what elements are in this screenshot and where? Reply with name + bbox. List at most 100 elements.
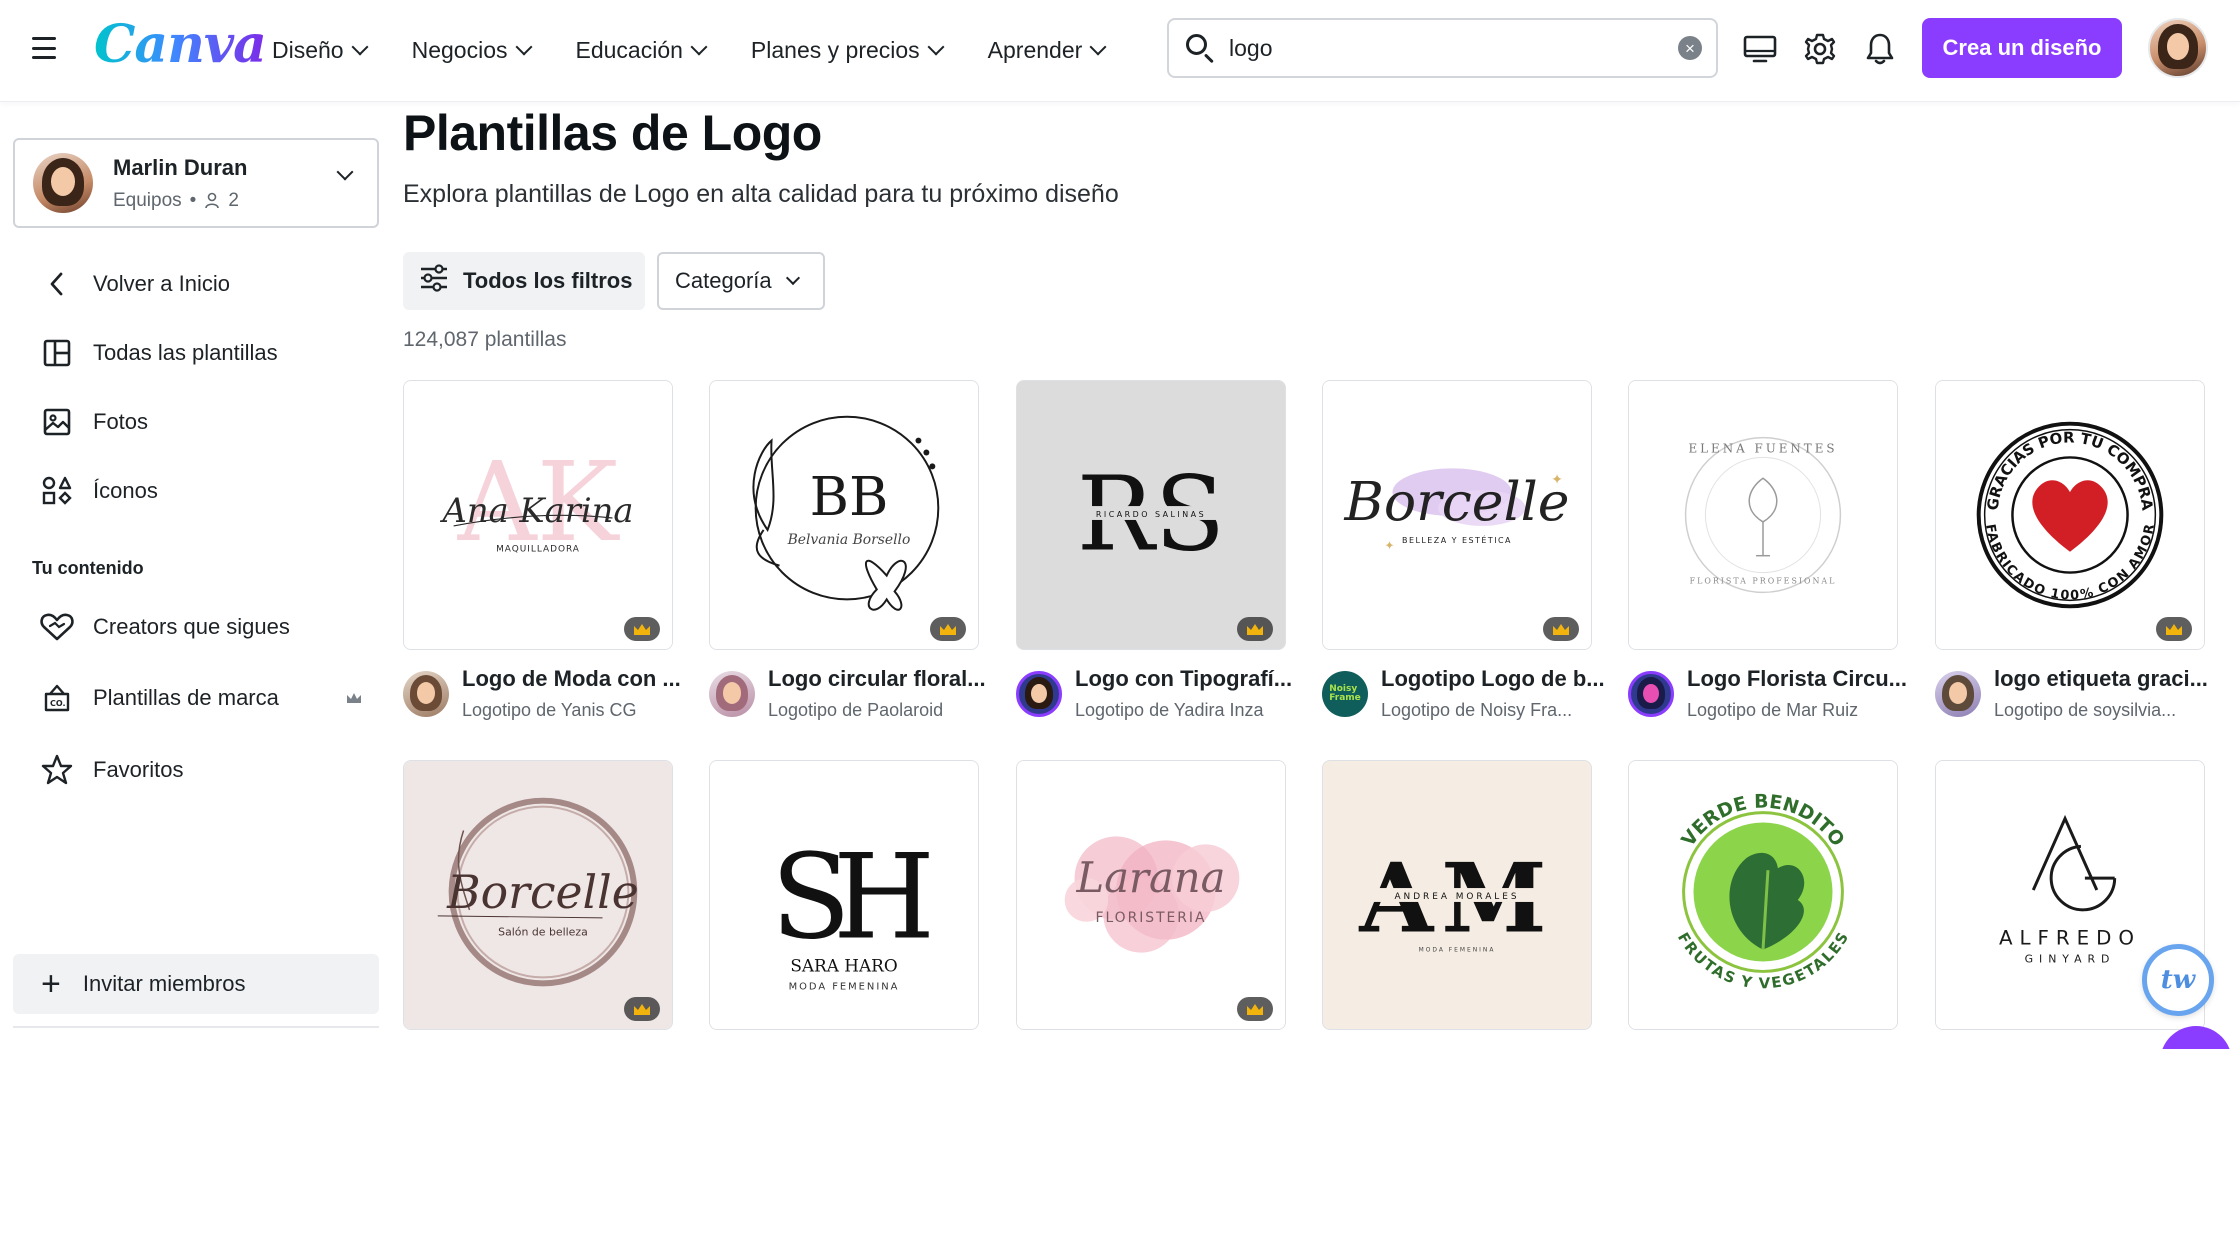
main-nav: Diseño Negocios Educación Planes y preci… — [272, 0, 1107, 100]
user-avatar[interactable] — [2148, 18, 2208, 78]
all-filters-button[interactable]: Todos los filtros — [403, 252, 645, 310]
template-author[interactable]: Logotipo de Yadira Inza — [1075, 700, 1303, 721]
sidebar-item-iconos[interactable]: Íconos — [13, 461, 379, 521]
logo-subtext: Salón de belleza — [498, 926, 588, 939]
nav-negocios[interactable]: Negocios — [411, 36, 532, 64]
chat-bubble[interactable] — [2160, 1026, 2232, 1050]
template-thumbnail: GRACIAS POR TU COMPRA FABRICADO 100% CON… — [1936, 381, 2204, 649]
template-card[interactable]: ELENA FUENTES FLORISTA PROFESIONAL — [1628, 380, 1898, 650]
sidebar-item-volver-inicio[interactable]: Volver a Inicio — [13, 254, 379, 314]
sidebar-item-label: Fotos — [93, 409, 149, 434]
team-name: Marlin Duran — [113, 155, 248, 180]
premium-crown-icon — [1543, 617, 1579, 641]
creator-avatar[interactable] — [1628, 671, 1674, 717]
create-design-button[interactable]: Crea un diseño — [1922, 18, 2122, 78]
nav-label: Aprender — [987, 36, 1083, 63]
template-card[interactable]: GRACIAS POR TU COMPRA FABRICADO 100% CON… — [1935, 380, 2205, 650]
notifications-bell-icon[interactable] — [1861, 30, 1899, 68]
template-title[interactable]: Logo circular floral... — [768, 666, 996, 692]
logo-text: Larana — [1076, 853, 1226, 902]
template-card[interactable]: Borcelle BELLEZA Y ESTÉTICA ✦ ✦ — [1322, 380, 1592, 650]
template-author[interactable]: Logotipo de Yanis CG — [462, 700, 690, 721]
nav-planes-precios[interactable]: Planes y precios — [751, 37, 945, 64]
nav-aprender[interactable]: Aprender — [987, 36, 1107, 64]
nav-label: Educación — [575, 36, 683, 63]
nav-educacion[interactable]: Educación — [575, 36, 708, 64]
nav-diseno[interactable]: Diseño — [272, 37, 369, 64]
logo-text: BB — [810, 465, 889, 528]
invite-members-button[interactable]: + Invitar miembros — [13, 954, 379, 1014]
page-title: Plantillas de Logo — [403, 105, 822, 161]
template-title[interactable]: Logo Florista Circu... — [1687, 666, 1915, 692]
template-thumbnail: Borcelle BELLEZA Y ESTÉTICA ✦ ✦ — [1323, 381, 1591, 649]
premium-crown-icon — [624, 617, 660, 641]
sidebar-item-todas-plantillas[interactable]: Todas las plantillas — [13, 323, 379, 383]
top-navigation-bar: Canva Diseño Negocios Educación Planes y… — [0, 0, 2240, 102]
template-card[interactable]: RS RICARDO SALINAS — [1016, 380, 1286, 650]
chevron-down-icon — [1089, 38, 1107, 56]
creator-avatar[interactable] — [709, 671, 755, 717]
sidebar-item-label: Creators que sigues — [93, 614, 290, 639]
separator-dot: • — [189, 190, 197, 211]
invite-label: Invitar miembros — [82, 971, 246, 996]
template-thumbnail: Borcelle Salón de belleza — [404, 761, 672, 1029]
template-author[interactable]: Logotipo de Mar Ruiz — [1687, 700, 1915, 721]
logo-subtext: FLORISTA PROFESIONAL — [1690, 576, 1837, 585]
template-card[interactable]: AK Ana Karina MAQUILLADORA — [403, 380, 673, 650]
template-title[interactable]: logo etiqueta graci... — [1994, 666, 2222, 692]
template-card[interactable]: Larana FLORISTERIA — [1016, 760, 1286, 1030]
logo-subtext: SARA HARO — [790, 955, 897, 975]
template-info: Logo Florista Circu... Logotipo de Mar R… — [1628, 666, 1918, 726]
creator-avatar[interactable] — [1016, 671, 1062, 717]
sidebar-item-fotos[interactable]: Fotos — [13, 392, 379, 452]
template-title[interactable]: Logo de Moda con ... — [462, 666, 690, 692]
template-card[interactable]: SH SARA HARO MODA FEMENINA — [709, 760, 979, 1030]
template-author[interactable]: Logotipo de Paolaroid — [768, 700, 996, 721]
results-count: 124,087 plantillas — [403, 328, 567, 351]
menu-icon[interactable] — [30, 34, 58, 62]
template-card[interactable]: AM ANDREA MORALES MODA FEMENINA — [1322, 760, 1592, 1030]
team-type: Equipos — [113, 190, 182, 211]
creator-avatar[interactable] — [403, 671, 449, 717]
category-dropdown[interactable]: Categoría — [657, 252, 825, 310]
logo-text: Ana Karina — [440, 491, 634, 530]
creator-avatar[interactable] — [1935, 671, 1981, 717]
heart-icon — [39, 609, 75, 645]
clear-search-button[interactable]: × — [1678, 36, 1702, 60]
logo-subtext: Belvania Borsello — [787, 532, 911, 548]
template-card[interactable]: Borcelle Salón de belleza — [403, 760, 673, 1030]
team-meta: Equipos • 2 — [113, 190, 239, 212]
template-info: Logo con Tipografí... Logotipo de Yadira… — [1016, 666, 1306, 726]
search-query[interactable]: logo — [1229, 35, 1678, 62]
category-label: Categoría — [675, 268, 772, 293]
sidebar-item-label: Plantillas de marca — [93, 685, 279, 710]
team-switcher[interactable]: Marlin Duran Equipos • 2 — [13, 138, 379, 228]
template-author[interactable]: Logotipo de Noisy Fra... — [1381, 700, 1609, 721]
template-title[interactable]: Logotipo Logo de b... — [1381, 666, 1609, 692]
template-card[interactable]: VERDE BENDITO FRUTAS Y VEGETALES — [1628, 760, 1898, 1030]
template-info: Logo de Moda con ... Logotipo de Yanis C… — [403, 666, 693, 726]
sidebar-item-plantillas-marca[interactable]: CO. Plantillas de marca — [13, 668, 379, 728]
crown-icon — [345, 686, 363, 712]
assistant-badge[interactable]: tw — [2142, 944, 2214, 1016]
search-input[interactable]: logo × — [1167, 18, 1718, 78]
template-title[interactable]: Logo con Tipografí... — [1075, 666, 1303, 692]
logo-subtext: BELLEZA Y ESTÉTICA — [1402, 534, 1512, 545]
svg-text:✦: ✦ — [1385, 539, 1395, 553]
desktop-app-icon[interactable] — [1741, 30, 1779, 68]
settings-gear-icon[interactable] — [1801, 30, 1839, 68]
logo-text: Borcelle — [446, 866, 639, 919]
logo-subtext: ALFREDO — [1999, 927, 2141, 950]
section-heading: Tu contenido — [32, 558, 144, 578]
premium-crown-icon — [2156, 617, 2192, 641]
template-card[interactable]: BB Belvania Borsello — [709, 380, 979, 650]
logo-subtext: ANDREA MORALES — [1394, 892, 1519, 902]
divider — [13, 1026, 379, 1028]
canva-logo[interactable]: Canva — [94, 14, 267, 75]
sidebar-item-creators[interactable]: Creators que sigues — [13, 597, 379, 657]
template-author[interactable]: Logotipo de soysilvia... — [1994, 700, 2222, 721]
creator-avatar[interactable]: Noisy Frame — [1322, 671, 1368, 717]
nav-label: Negocios — [411, 36, 508, 63]
chevron-down-icon — [515, 38, 532, 56]
sidebar-item-favoritos[interactable]: Favoritos — [13, 740, 379, 800]
